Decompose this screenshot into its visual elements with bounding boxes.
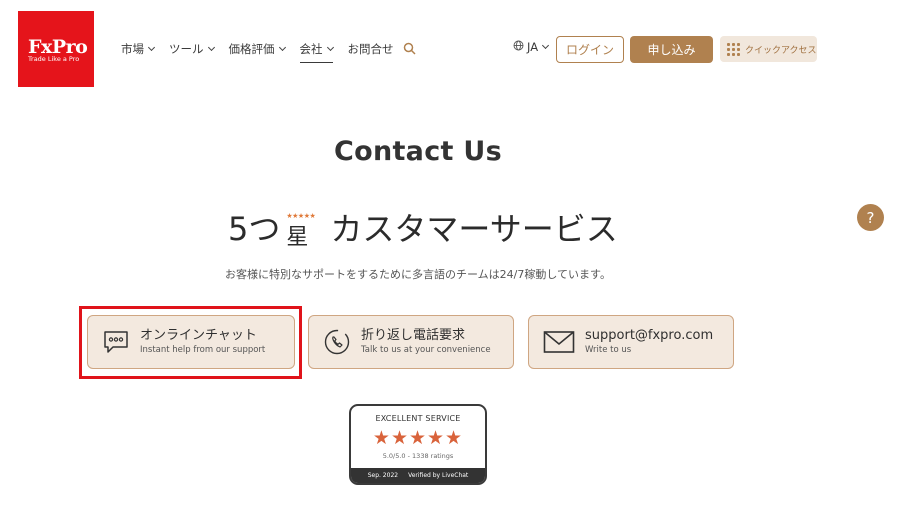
nav-item-markets[interactable]: 市場 — [121, 41, 156, 57]
callback-request-card[interactable]: 折り返し電話要求 Talk to us at your convenience — [308, 315, 514, 369]
selection-highlight — [79, 306, 302, 379]
nav-label: 会社 — [299, 42, 323, 56]
nav-item-pricing[interactable]: 価格評価 — [228, 41, 286, 57]
email-card[interactable]: support@fxpro.com Write to us — [528, 315, 734, 369]
card-subtitle: Write to us — [585, 345, 632, 355]
support-description: お客様に特別なサポートをするために多言語のチームは24/7稼動しています。 — [225, 268, 611, 281]
language-selector[interactable]: JA — [513, 40, 550, 54]
badge-date: Sep. 2022 — [367, 472, 399, 479]
card-subtitle: Talk to us at your convenience — [361, 345, 491, 355]
nav-item-contact[interactable]: お問合せ — [348, 41, 394, 57]
headline-prefix: 5つ — [228, 210, 281, 248]
livechat-rating-badge: EXCELLENT SERVICE ★★★★★ 5.0/5.0 - 1338 r… — [349, 404, 487, 485]
quick-access-label: クイックアクセス — [745, 45, 817, 56]
star-rating-mark: ★★★★★ 星 — [286, 210, 326, 250]
chevron-down-icon — [147, 43, 156, 51]
badge-verified: Verified by LiveChat — [408, 472, 469, 479]
nav-label: 価格評価 — [228, 42, 275, 56]
card-text: 折り返し電話要求 Talk to us at your convenience — [361, 328, 491, 356]
nav-label: お問合せ — [347, 42, 394, 56]
headline-kanji: 星 — [286, 225, 309, 250]
grid-icon — [727, 42, 740, 56]
nav-item-tools[interactable]: ツール — [169, 41, 215, 57]
badge-footer: Sep. 2022 Verified by LiveChat — [351, 468, 485, 483]
chevron-down-icon — [326, 43, 334, 51]
search-icon[interactable] — [403, 40, 416, 59]
envelope-icon — [543, 330, 575, 354]
headline-suffix: カスタマーサービス — [330, 210, 618, 248]
login-button[interactable]: ログイン — [556, 36, 624, 63]
headline: 5つ ★★★★★ 星 カスタマーサービス — [228, 204, 618, 250]
fxpro-logo[interactable]: FxPro Trade Like a Pro — [18, 11, 94, 87]
nav-label: 市場 — [121, 42, 144, 56]
star-icon: ★★★★★ — [372, 427, 464, 449]
chevron-down-icon — [207, 43, 215, 51]
chevron-down-icon — [278, 43, 286, 51]
badge-rating: 5.0/5.0 - 1338 ratings — [382, 452, 454, 460]
card-title: 折り返し電話要求 — [361, 328, 466, 343]
phone-callback-icon — [323, 328, 351, 356]
nav-item-company[interactable]: 会社 — [299, 41, 334, 63]
card-title: support@fxpro.com — [585, 328, 714, 343]
help-icon[interactable]: ? — [857, 204, 884, 231]
globe-icon — [513, 40, 524, 54]
language-label: JA — [527, 40, 539, 54]
quick-access-button[interactable]: クイックアクセス — [720, 36, 817, 62]
chevron-down-icon — [542, 41, 550, 49]
signup-button[interactable]: 申し込み — [630, 36, 713, 63]
logo-tagline: Trade Like a Pro — [28, 55, 80, 63]
card-text: support@fxpro.com Write to us — [585, 328, 713, 356]
nav-label: ツール — [169, 42, 204, 56]
main-nav: 市場 ツール 価格評価 会社 お問合せ — [121, 40, 416, 63]
badge-title: EXCELLENT SERVICE — [375, 414, 461, 423]
page-title: Contact Us — [333, 136, 503, 167]
